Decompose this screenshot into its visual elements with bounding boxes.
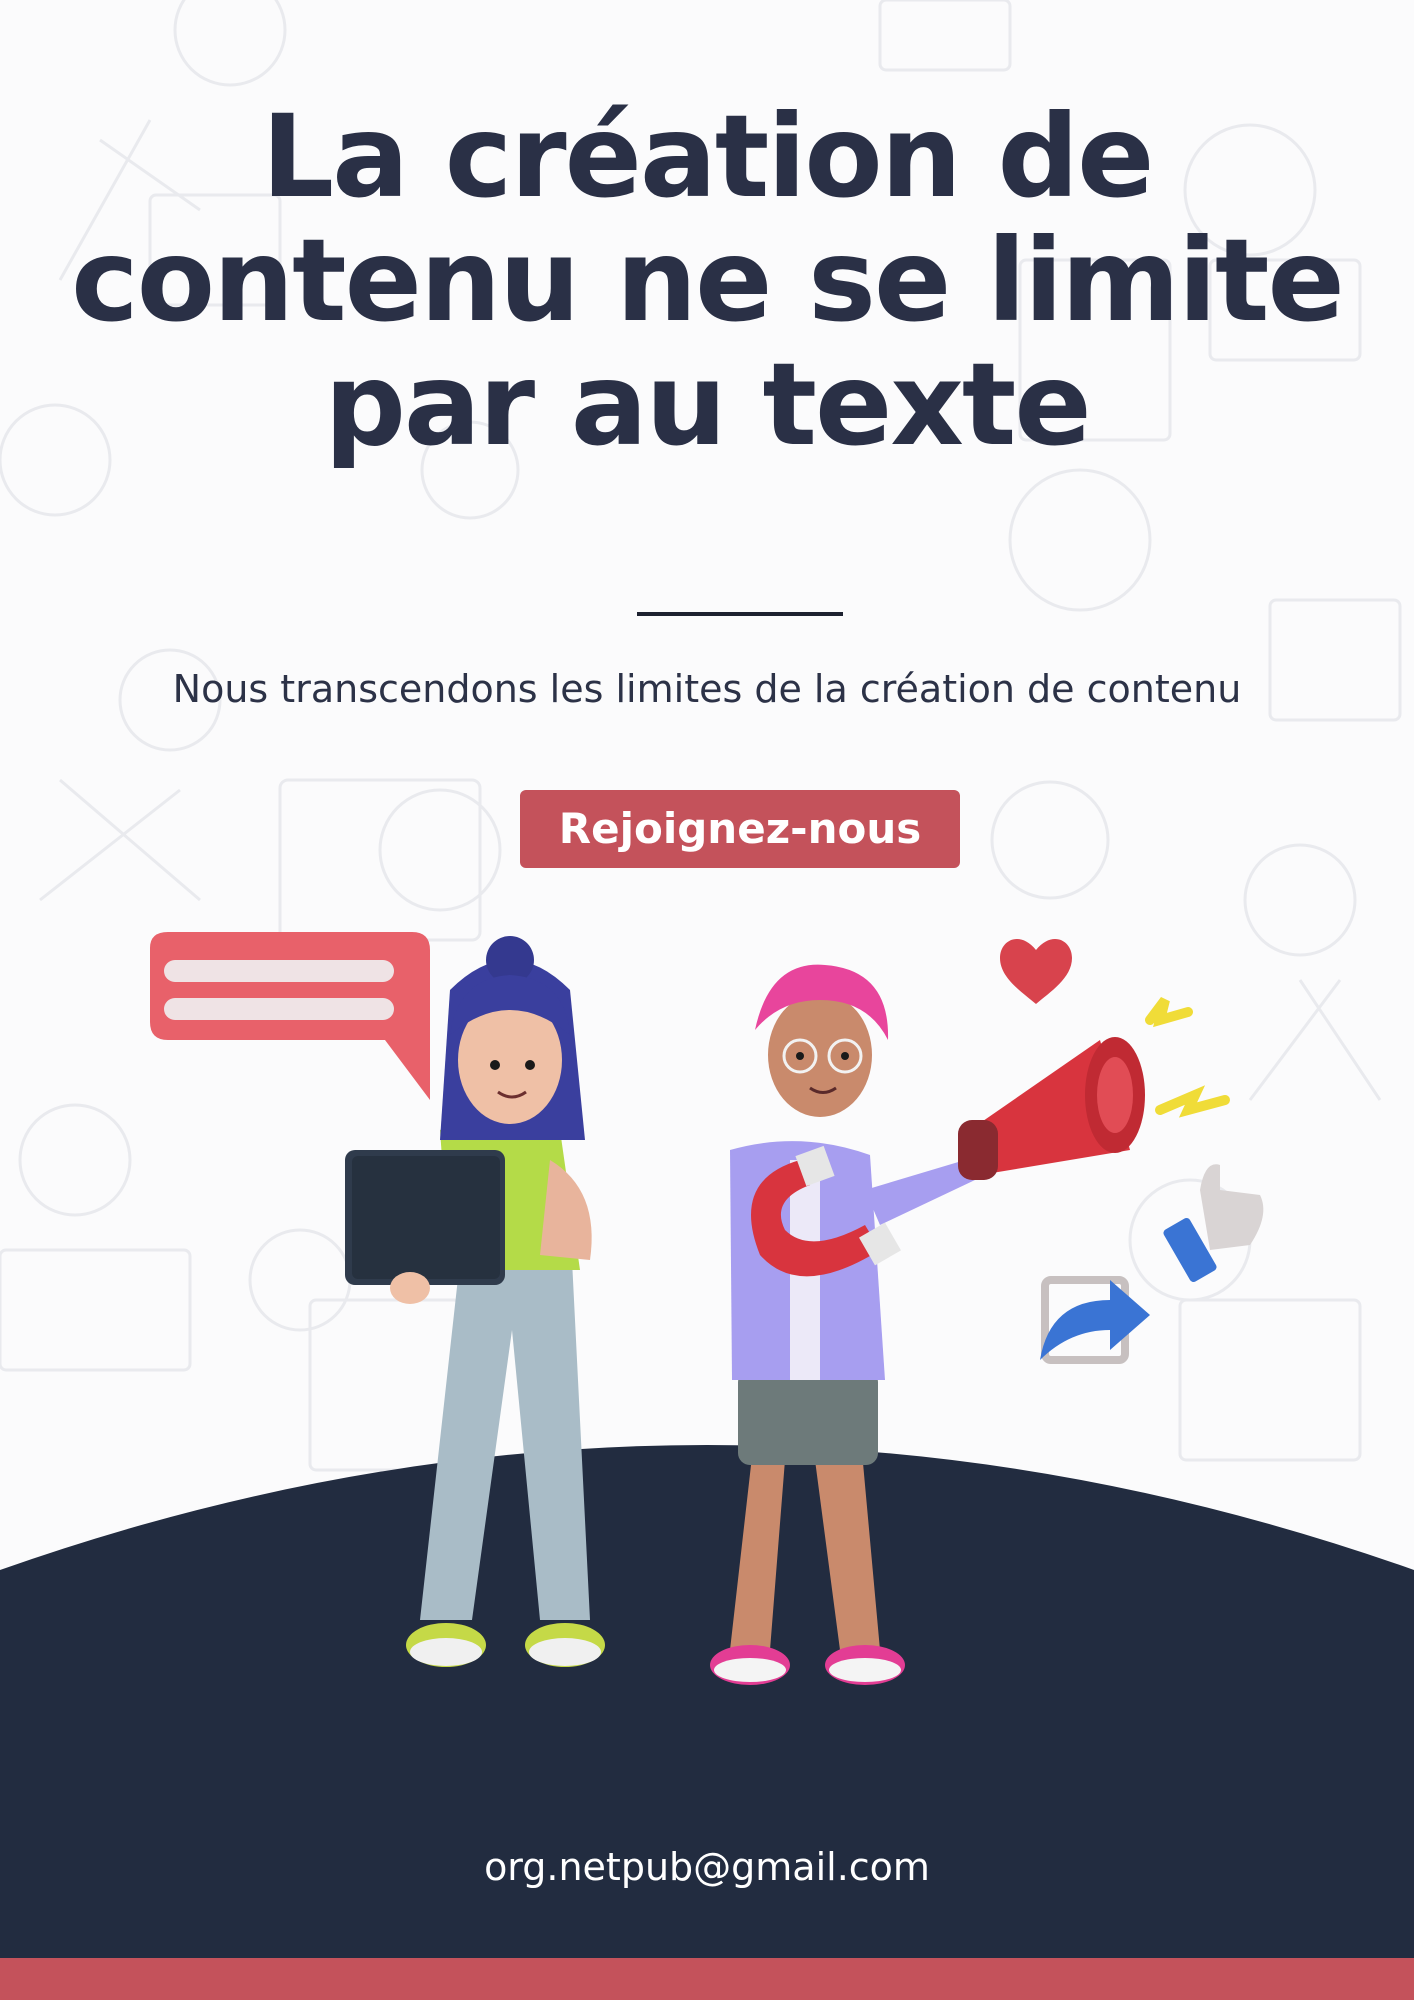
contact-email: org.netpub@gmail.com <box>484 1845 930 1889</box>
speech-bubble-icon <box>150 932 430 1100</box>
thumbs-up-icon <box>1163 1164 1264 1283</box>
subtitle: Nous transcendons les limites de la créa… <box>172 667 1242 711</box>
divider-line <box>637 612 843 616</box>
hero-illustration <box>150 932 1264 1685</box>
heart-icon <box>1000 938 1072 1004</box>
woman-with-megaphone-figure <box>710 964 975 1685</box>
woman-with-laptop-figure <box>345 936 605 1667</box>
bottom-accent-bar <box>0 1958 1414 2000</box>
headline: La création de contenu ne se limite par … <box>71 90 1345 471</box>
megaphone-icon <box>958 997 1230 1180</box>
join-us-button[interactable]: Rejoignez-nous <box>520 790 960 868</box>
laptop-icon <box>345 1150 505 1285</box>
share-icon <box>1040 1276 1150 1364</box>
